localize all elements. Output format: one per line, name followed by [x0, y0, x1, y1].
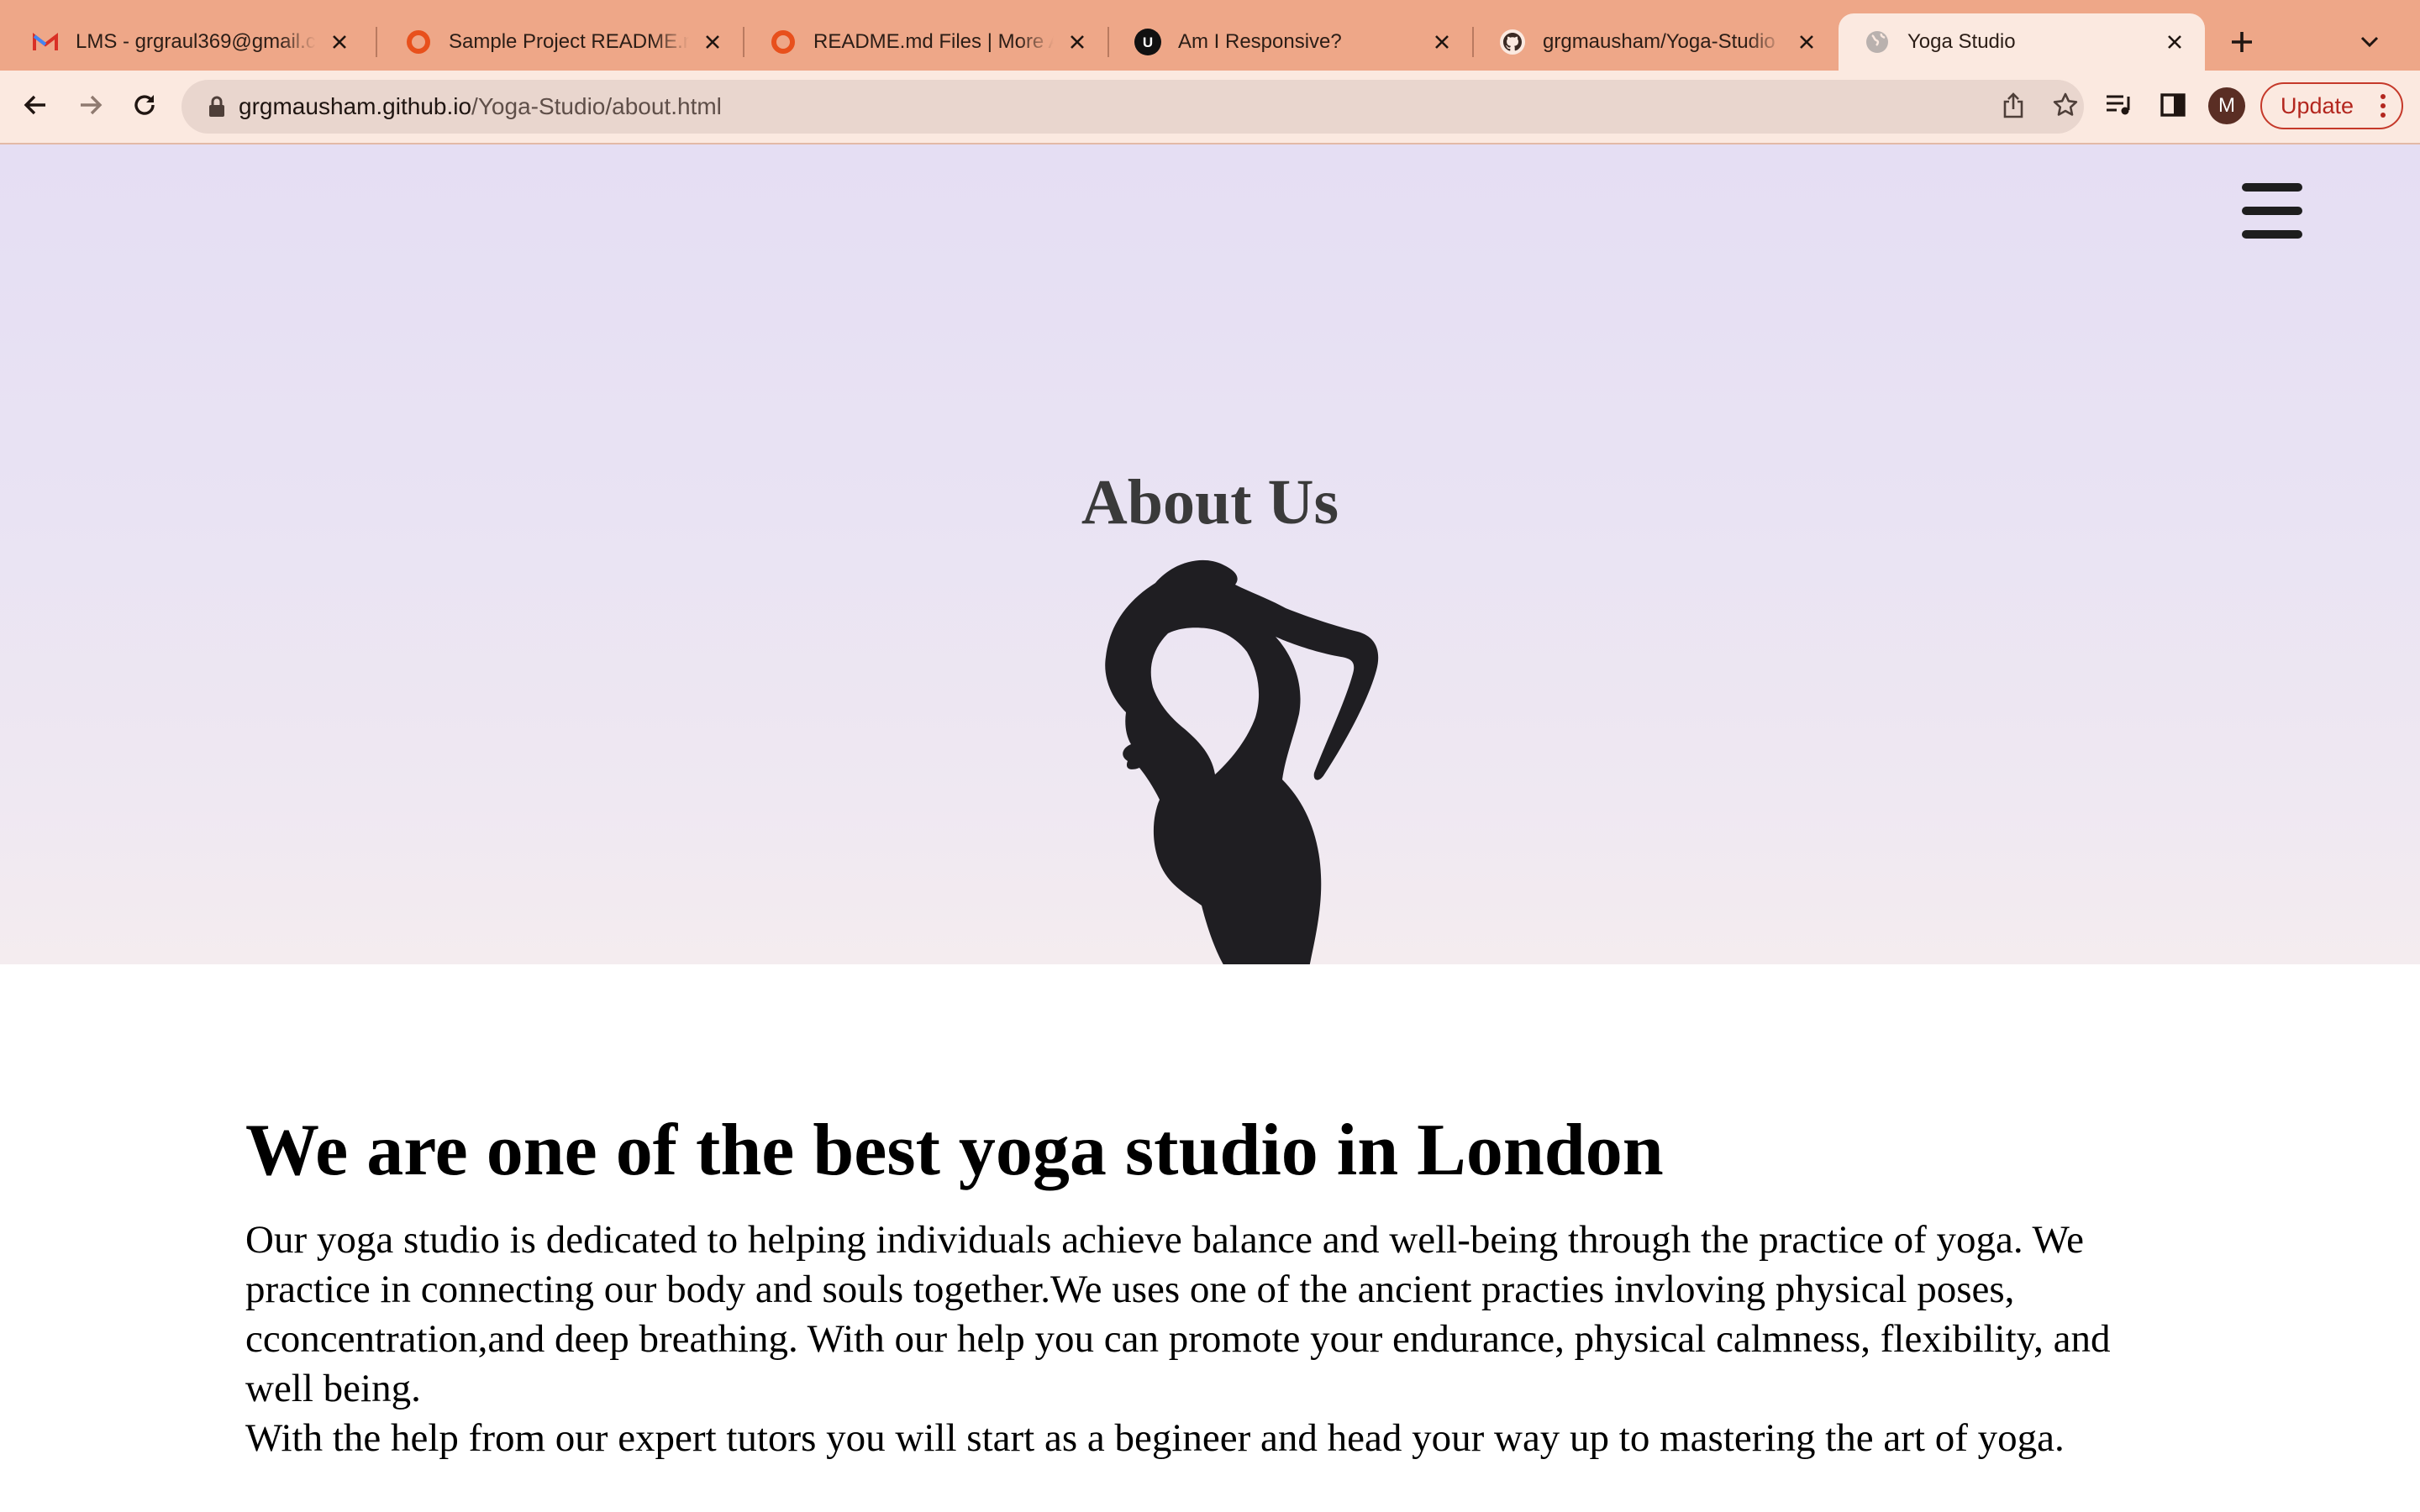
lock-icon[interactable]	[203, 93, 230, 120]
update-button[interactable]: Update	[2260, 82, 2403, 129]
close-icon[interactable]	[1428, 29, 1455, 55]
svg-text:U: U	[1143, 34, 1153, 50]
tab-title: README.md Files | More About	[813, 30, 1054, 53]
tab-title: LMS - grgraul369@gmail.com	[76, 30, 316, 53]
plus-icon	[2230, 30, 2254, 58]
readme-site-icon	[770, 29, 797, 55]
tab-title: grgmausham/Yoga-Studio	[1543, 30, 1776, 53]
media-queue-icon	[2105, 93, 2133, 121]
share-icon	[2002, 92, 2025, 123]
arrow-left-icon	[22, 92, 49, 123]
tab-search-button[interactable]	[2346, 20, 2393, 67]
github-icon	[1499, 29, 1526, 55]
tab-lms[interactable]: LMS - grgraul369@gmail.com	[7, 13, 370, 71]
kebab-menu-icon[interactable]	[2375, 91, 2391, 121]
close-icon[interactable]	[1064, 29, 1091, 55]
address-bar[interactable]: grgmausham.github.io/Yoga-Studio/about.h…	[182, 80, 2084, 134]
tab-separator	[376, 27, 377, 57]
tab-title: Am I Responsive?	[1178, 30, 1342, 53]
profile-avatar[interactable]: M	[2208, 87, 2245, 124]
tab-yoga-studio[interactable]: Yoga Studio	[1839, 13, 2205, 71]
readme-site-icon	[405, 29, 432, 55]
hero-section: About Us	[0, 144, 2420, 964]
close-icon[interactable]	[1793, 29, 1820, 55]
close-icon[interactable]	[699, 29, 726, 55]
reading-list-button[interactable]	[2094, 81, 2144, 132]
hamburger-menu-icon[interactable]	[2242, 183, 2306, 242]
reload-icon	[131, 92, 158, 123]
tab-readme-files[interactable]: README.md Files | More About	[744, 13, 1107, 71]
share-button[interactable]	[1991, 85, 2035, 129]
tab-am-i-responsive[interactable]: U Am I Responsive?	[1109, 13, 1472, 71]
close-icon[interactable]	[326, 29, 353, 55]
close-icon[interactable]	[2161, 29, 2188, 55]
update-label: Update	[2281, 93, 2354, 118]
page-viewport: About Us We are one of the best yoga stu…	[0, 144, 2420, 1512]
globe-icon	[1864, 29, 1891, 55]
browser-toolbar: grgmausham.github.io/Yoga-Studio/about.h…	[0, 71, 2420, 143]
reload-button[interactable]	[119, 81, 170, 132]
star-icon	[2052, 92, 2079, 123]
side-panel-icon	[2160, 92, 2186, 121]
forward-button[interactable]	[66, 81, 116, 132]
yoga-pose-silhouette	[1105, 559, 1379, 964]
url-host: grgmausham.github.io	[239, 93, 472, 119]
hero-title: About Us	[1081, 467, 1339, 538]
bookmark-button[interactable]	[2044, 85, 2087, 129]
tab-sample-readme[interactable]: Sample Project README.md	[380, 13, 743, 71]
side-panel-button[interactable]	[2148, 81, 2198, 132]
about-paragraph-1: Our yoga studio is dedicated to helping …	[245, 1217, 2111, 1410]
tab-github-repo[interactable]: grgmausham/Yoga-Studio	[1474, 13, 1837, 71]
about-heading: We are one of the best yoga studio in Lo…	[245, 1110, 1664, 1191]
back-button[interactable]	[10, 81, 60, 132]
url-text[interactable]: grgmausham.github.io/Yoga-Studio/about.h…	[239, 80, 722, 134]
arrow-right-icon	[77, 92, 104, 123]
gmail-icon	[32, 29, 59, 55]
about-content: We are one of the best yoga studio in Lo…	[245, 1110, 2178, 1463]
tab-strip: LMS - grgraul369@gmail.com Sample Projec…	[0, 0, 2420, 71]
url-path: /Yoga-Studio/about.html	[471, 93, 722, 119]
tab-title: Yoga Studio	[1907, 30, 2016, 53]
new-tab-button[interactable]	[2218, 20, 2265, 67]
chevron-down-icon	[2360, 35, 2380, 53]
tab-title: Sample Project README.md	[449, 30, 689, 53]
amiresponsive-icon: U	[1134, 29, 1161, 55]
about-paragraph-2: With the help from our expert tutors you…	[245, 1415, 2065, 1460]
about-paragraph: Our yoga studio is dedicated to helping …	[245, 1215, 2170, 1463]
